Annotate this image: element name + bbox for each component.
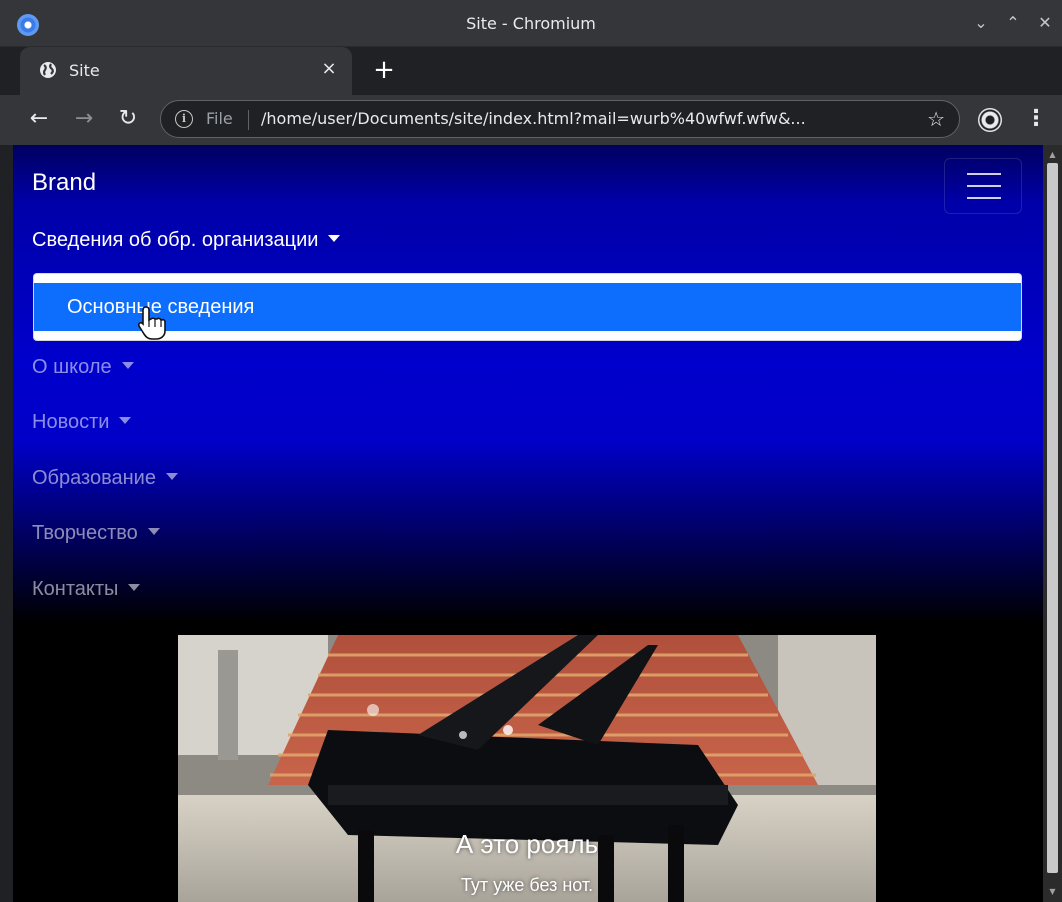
- url-scheme: File: [206, 109, 233, 128]
- nav-item-o-shkole[interactable]: О школе: [32, 356, 134, 379]
- nav-item-tvorchestvo[interactable]: Творчество: [32, 522, 160, 545]
- caret-down-icon: [328, 235, 341, 242]
- scroll-up-arrow-icon[interactable]: ▲: [1043, 147, 1062, 163]
- new-tab-button[interactable]: +: [370, 57, 398, 85]
- caret-down-icon: [165, 473, 178, 480]
- nav-item-novosti[interactable]: Новости: [32, 411, 132, 434]
- dropdown-menu: Основные сведения: [33, 273, 1022, 341]
- info-icon[interactable]: i: [175, 110, 193, 128]
- minimize-button[interactable]: ⌄: [968, 10, 994, 36]
- nav-item-svedeniya[interactable]: Сведения об обр. организации: [32, 229, 341, 252]
- window-title: Site - Chromium: [466, 14, 596, 33]
- url-text[interactable]: /home/user/Documents/site/index.html?mai…: [261, 109, 911, 128]
- navbar-toggler-button[interactable]: [944, 158, 1022, 214]
- scroll-down-arrow-icon[interactable]: ▼: [1043, 884, 1062, 900]
- page-scrollbar[interactable]: ▲ ▼: [1043, 145, 1062, 902]
- caret-down-icon: [128, 584, 141, 591]
- caret-down-icon: [147, 528, 160, 535]
- nav-item-kontakty[interactable]: Контакты: [32, 578, 141, 601]
- extension-icon[interactable]: [978, 108, 1002, 132]
- window-titlebar: Site - Chromium ⌄ ⌃ ✕: [0, 0, 1062, 47]
- carousel-caption-title: А это рояль: [455, 829, 599, 859]
- scrollbar-thumb[interactable]: [1047, 163, 1058, 873]
- reload-button[interactable]: ↻: [114, 106, 142, 134]
- close-window-button[interactable]: ✕: [1032, 10, 1058, 36]
- carousel-slide[interactable]: А это рояль Тут уже без нот.: [178, 635, 876, 902]
- url-separator: [248, 110, 249, 130]
- page-viewport: Brand Сведения об обр. организации Основ…: [13, 145, 1043, 902]
- carousel-caption-text: Тут уже без нот.: [460, 875, 594, 895]
- tab-close-icon[interactable]: ×: [318, 58, 340, 80]
- hamburger-icon: [967, 185, 1001, 187]
- forward-button[interactable]: →: [70, 106, 98, 134]
- globe-icon: [40, 62, 56, 78]
- bookmark-star-icon[interactable]: ☆: [927, 107, 945, 131]
- dropdown-item-osnovnye[interactable]: Основные сведения: [34, 283, 1021, 331]
- back-button[interactable]: ←: [25, 106, 53, 134]
- nav-item-obrazovanie[interactable]: Образование: [32, 467, 178, 490]
- caret-down-icon: [119, 417, 132, 424]
- address-bar[interactable]: i File /home/user/Documents/site/index.h…: [160, 100, 960, 138]
- hand-cursor-icon: [137, 306, 166, 340]
- browser-menu-icon[interactable]: ⋮: [1024, 106, 1048, 134]
- tab-site[interactable]: Site ×: [20, 47, 352, 95]
- hamburger-icon: [967, 173, 1001, 175]
- brand-link[interactable]: Brand: [32, 169, 96, 197]
- site-navbar: Brand Сведения об обр. организации Основ…: [13, 145, 1043, 623]
- piano-hall-image: [178, 635, 876, 902]
- hamburger-icon: [967, 197, 1001, 199]
- caret-down-icon: [121, 362, 134, 369]
- tab-title: Site: [69, 61, 100, 80]
- tab-strip: Site × +: [0, 47, 1062, 95]
- maximize-button[interactable]: ⌃: [1000, 10, 1026, 36]
- browser-toolbar: ← → ↻ i File /home/user/Documents/site/i…: [0, 95, 1062, 145]
